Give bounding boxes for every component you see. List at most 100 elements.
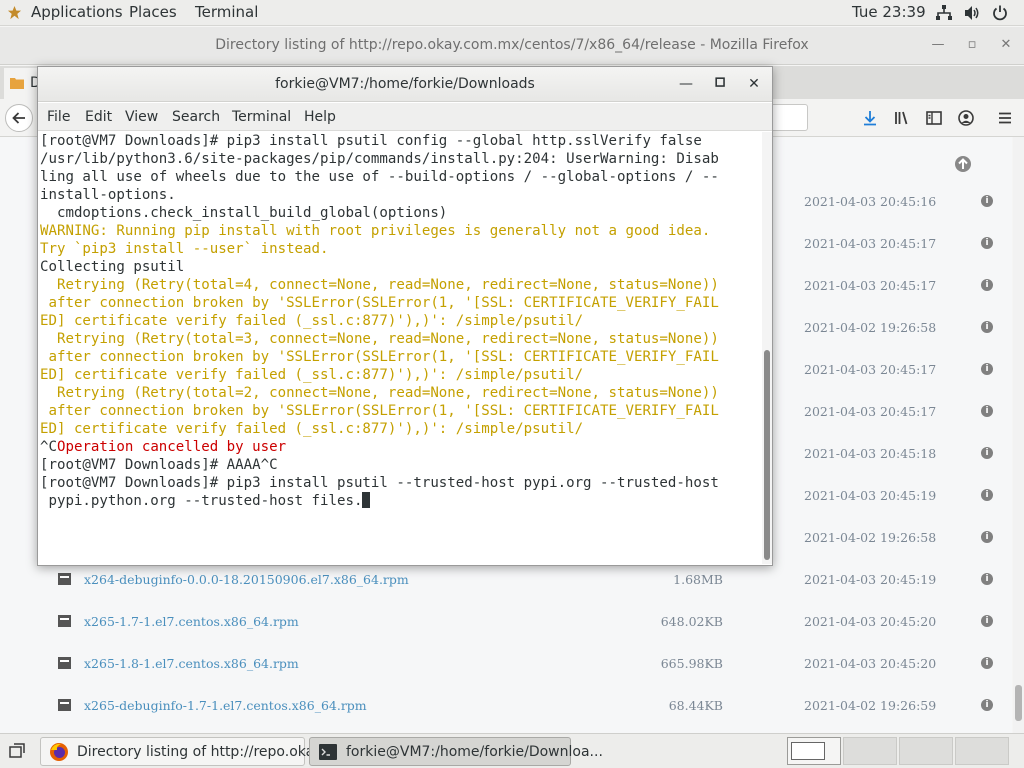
terminal-line: Collecting psutil [40, 259, 185, 275]
info-icon[interactable]: i [981, 321, 993, 333]
clock[interactable]: Tue 23:39 [852, 3, 926, 21]
file-link[interactable]: x265-1.8-1.el7.centos.x86_64.rpm [84, 656, 299, 671]
show-desktop-icon[interactable] [8, 742, 26, 760]
terminal-warning-line: ED] certificate verify failed (_ssl.c:87… [40, 313, 584, 329]
info-icon[interactable]: i [981, 237, 993, 249]
back-button[interactable] [5, 104, 33, 132]
firefox-close-button[interactable]: ✕ [999, 38, 1013, 52]
info-icon[interactable]: i [981, 447, 993, 459]
account-icon[interactable] [957, 109, 975, 127]
menu-help[interactable]: Help [304, 109, 336, 125]
terminal-warning-line: Try `pip3 install --user` instead. [40, 241, 329, 257]
file-date: 2021-04-03 20:45:19 [804, 572, 937, 587]
terminal-line: install-options. [40, 187, 176, 203]
file-date: 2021-04-03 20:45:18 [804, 446, 937, 461]
terminal-warning-line: Retrying (Retry(total=3, connect=None, r… [40, 331, 719, 347]
terminal-input-line: pypi.python.org --trusted-host files. [40, 492, 371, 510]
terminal-warning-line: after connection broken by 'SSLError(SSL… [40, 295, 719, 311]
workspace-4[interactable] [955, 737, 1009, 765]
terminal-warning-line: after connection broken by 'SSLError(SSL… [40, 403, 719, 419]
terminal-icon [319, 744, 337, 760]
info-icon[interactable]: i [981, 363, 993, 375]
firefox-maximize-button[interactable]: ▫ [965, 38, 979, 52]
terminal-scrollbar-thumb[interactable] [764, 350, 770, 560]
file-link[interactable]: x265-1.7-1.el7.centos.x86_64.rpm [84, 614, 299, 629]
workspace-window-thumbnail [791, 742, 825, 760]
ctrl-c-text: ^C [40, 439, 57, 455]
file-date: 2021-04-02 19:26:58 [804, 530, 937, 545]
terminal-output[interactable]: [root@VM7 Downloads]# pip3 install psuti… [40, 132, 760, 564]
info-icon[interactable]: i [981, 489, 993, 501]
menu-terminal[interactable]: Terminal [232, 109, 291, 125]
archive-file-icon [58, 615, 71, 627]
menu-view[interactable]: View [125, 109, 158, 125]
power-icon[interactable] [991, 4, 1009, 22]
terminal-close-button[interactable]: ✕ [747, 77, 761, 91]
terminal-warning-line: Retrying (Retry(total=2, connect=None, r… [40, 385, 719, 401]
file-size: 1.68MB [673, 572, 723, 587]
info-icon[interactable]: i [981, 279, 993, 291]
file-size: 648.02KB [660, 614, 723, 629]
info-icon[interactable]: i [981, 657, 993, 669]
taskbar-item-firefox[interactable]: Directory listing of http://repo.okay...… [40, 737, 338, 766]
info-icon[interactable]: i [981, 615, 993, 627]
firefox-scrollbar-thumb[interactable] [1015, 685, 1022, 721]
file-date: 2021-04-03 20:45:20 [804, 614, 937, 629]
taskbar-item-terminal[interactable]: forkie@VM7:/home/forkie/Downloa... [309, 737, 603, 766]
scroll-to-top-icon[interactable] [954, 155, 972, 173]
workspace-3[interactable] [899, 737, 953, 765]
firefox-icon [50, 743, 68, 761]
network-icon[interactable] [935, 4, 953, 22]
window-list-bar: Directory listing of http://repo.okay...… [0, 733, 1024, 768]
workspace-2[interactable] [843, 737, 897, 765]
workspace-1[interactable] [787, 737, 841, 765]
archive-file-icon [58, 573, 71, 585]
terminal-line: [root@VM7 Downloads]# pip3 install psuti… [40, 133, 702, 149]
file-date: 2021-04-03 20:45:17 [804, 362, 937, 377]
file-date: 2021-04-03 20:45:17 [804, 278, 937, 293]
file-row: x265-debuginfo-1.7-1.el7.centos.x86_64.r… [0, 686, 1012, 728]
terminal-app-menu[interactable]: Terminal [195, 3, 258, 21]
gnome-top-bar: Applications Places Terminal Tue 23:39 [0, 0, 1024, 26]
info-icon[interactable]: i [981, 405, 993, 417]
library-icon[interactable] [893, 109, 911, 127]
file-link[interactable]: x265-debuginfo-1.7-1.el7.centos.x86_64.r… [84, 698, 367, 713]
applications-icon [7, 5, 22, 20]
terminal-window: forkie@VM7:/home/forkie/Downloads — ✕ Fi… [37, 66, 773, 566]
firefox-scrollbar[interactable] [1013, 137, 1024, 733]
terminal-warning-line: ED] certificate verify failed (_ssl.c:87… [40, 367, 584, 383]
places-menu[interactable]: Places [129, 3, 177, 21]
file-date: 2021-04-03 20:45:19 [804, 488, 937, 503]
info-icon[interactable]: i [981, 531, 993, 543]
terminal-minimize-button[interactable]: — [679, 77, 693, 91]
file-link[interactable]: x264-debuginfo-0.0.0-18.20150906.el7.x86… [84, 572, 409, 587]
file-date: 2021-04-02 19:26:58 [804, 320, 937, 335]
menu-file[interactable]: File [47, 109, 70, 125]
terminal-maximize-button[interactable] [713, 77, 727, 91]
menu-search[interactable]: Search [172, 109, 220, 125]
terminal-scrollbar[interactable] [762, 132, 772, 564]
applications-menu[interactable]: Applications [31, 3, 123, 21]
cancel-message: Operation cancelled by user [56, 439, 287, 455]
file-size: 68.44KB [668, 698, 723, 713]
firefox-minimize-button[interactable]: — [931, 38, 945, 52]
menu-edit[interactable]: Edit [85, 109, 112, 125]
terminal-line: [root@VM7 Downloads]# AAAA^C [40, 457, 278, 473]
file-date: 2021-04-03 20:45:20 [804, 656, 937, 671]
volume-icon[interactable] [963, 4, 981, 22]
sidebar-icon[interactable] [925, 109, 943, 127]
info-icon[interactable]: i [981, 195, 993, 207]
terminal-titlebar[interactable]: forkie@VM7:/home/forkie/Downloads — ✕ [38, 67, 772, 102]
terminal-line: cmdoptions.check_install_build_global(op… [40, 205, 448, 221]
file-date: 2021-04-03 20:45:17 [804, 236, 937, 251]
maximize-icon [714, 77, 725, 87]
file-row: x265-1.7-1.el7.centos.x86_64.rpm 648.02KB… [0, 602, 1012, 644]
terminal-menubar: File Edit View Search Terminal Help [38, 103, 772, 131]
file-date: 2021-04-02 19:26:59 [804, 698, 937, 713]
info-icon[interactable]: i [981, 573, 993, 585]
terminal-warning-line: after connection broken by 'SSLError(SSL… [40, 349, 719, 365]
hamburger-menu-icon[interactable] [996, 109, 1014, 127]
download-icon[interactable] [861, 109, 879, 127]
info-icon[interactable]: i [981, 699, 993, 711]
file-size: 665.98KB [660, 656, 723, 671]
